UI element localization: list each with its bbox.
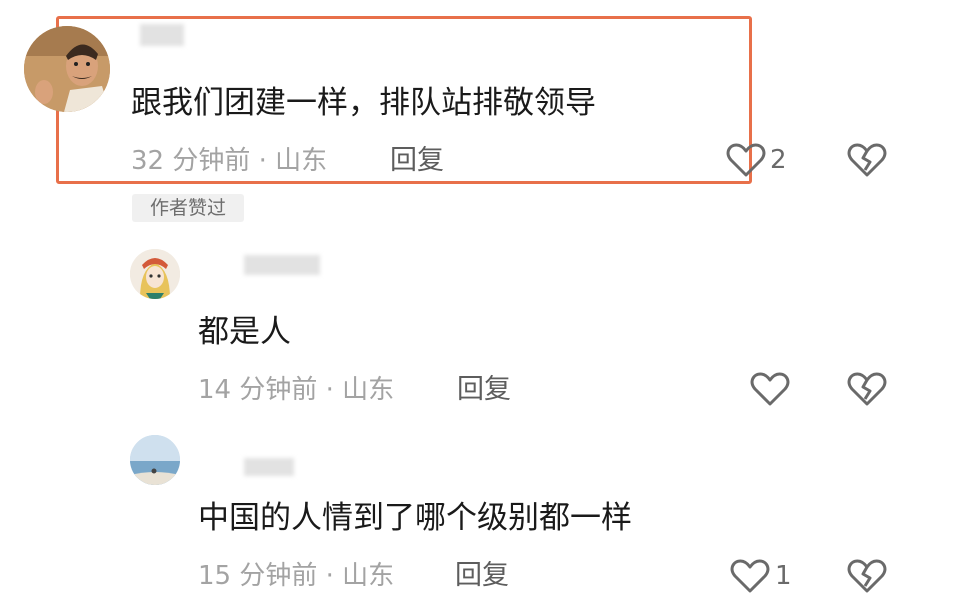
- cartoon-man-avatar-image: [24, 26, 110, 112]
- avatar[interactable]: [24, 26, 110, 112]
- blurred-username: [140, 24, 184, 46]
- author-liked-badge: 作者赞过: [132, 194, 244, 222]
- broken-heart-icon[interactable]: [847, 371, 887, 407]
- seascape-avatar-image: [130, 435, 180, 485]
- broken-heart-icon[interactable]: [847, 142, 887, 178]
- broken-heart-icon[interactable]: [847, 558, 887, 594]
- blurred-username: [244, 458, 294, 476]
- heart-outline-icon[interactable]: [730, 558, 770, 594]
- reply-button[interactable]: 回复: [390, 143, 444, 179]
- heart-outline-icon[interactable]: [750, 371, 790, 407]
- comment-text: 都是人: [198, 314, 291, 350]
- comment-time-location: 15 分钟前 · 山东: [198, 561, 395, 591]
- avatar[interactable]: [130, 435, 180, 485]
- like-count: 2: [770, 145, 787, 175]
- reply-button[interactable]: 回复: [455, 558, 509, 594]
- like-count: 1: [775, 561, 792, 591]
- anime-girl-avatar-image: [130, 249, 180, 299]
- comment-text: 中国的人情到了哪个级别都一样: [198, 500, 632, 536]
- blurred-username: [244, 255, 320, 275]
- reply-button[interactable]: 回复: [457, 372, 511, 408]
- comment-text: 跟我们团建一样，排队站排敬领导: [131, 85, 596, 121]
- avatar[interactable]: [130, 249, 180, 299]
- heart-outline-icon[interactable]: [726, 142, 766, 178]
- comment-time-location: 32 分钟前 · 山东: [131, 146, 328, 176]
- comment-time-location: 14 分钟前 · 山东: [198, 375, 395, 405]
